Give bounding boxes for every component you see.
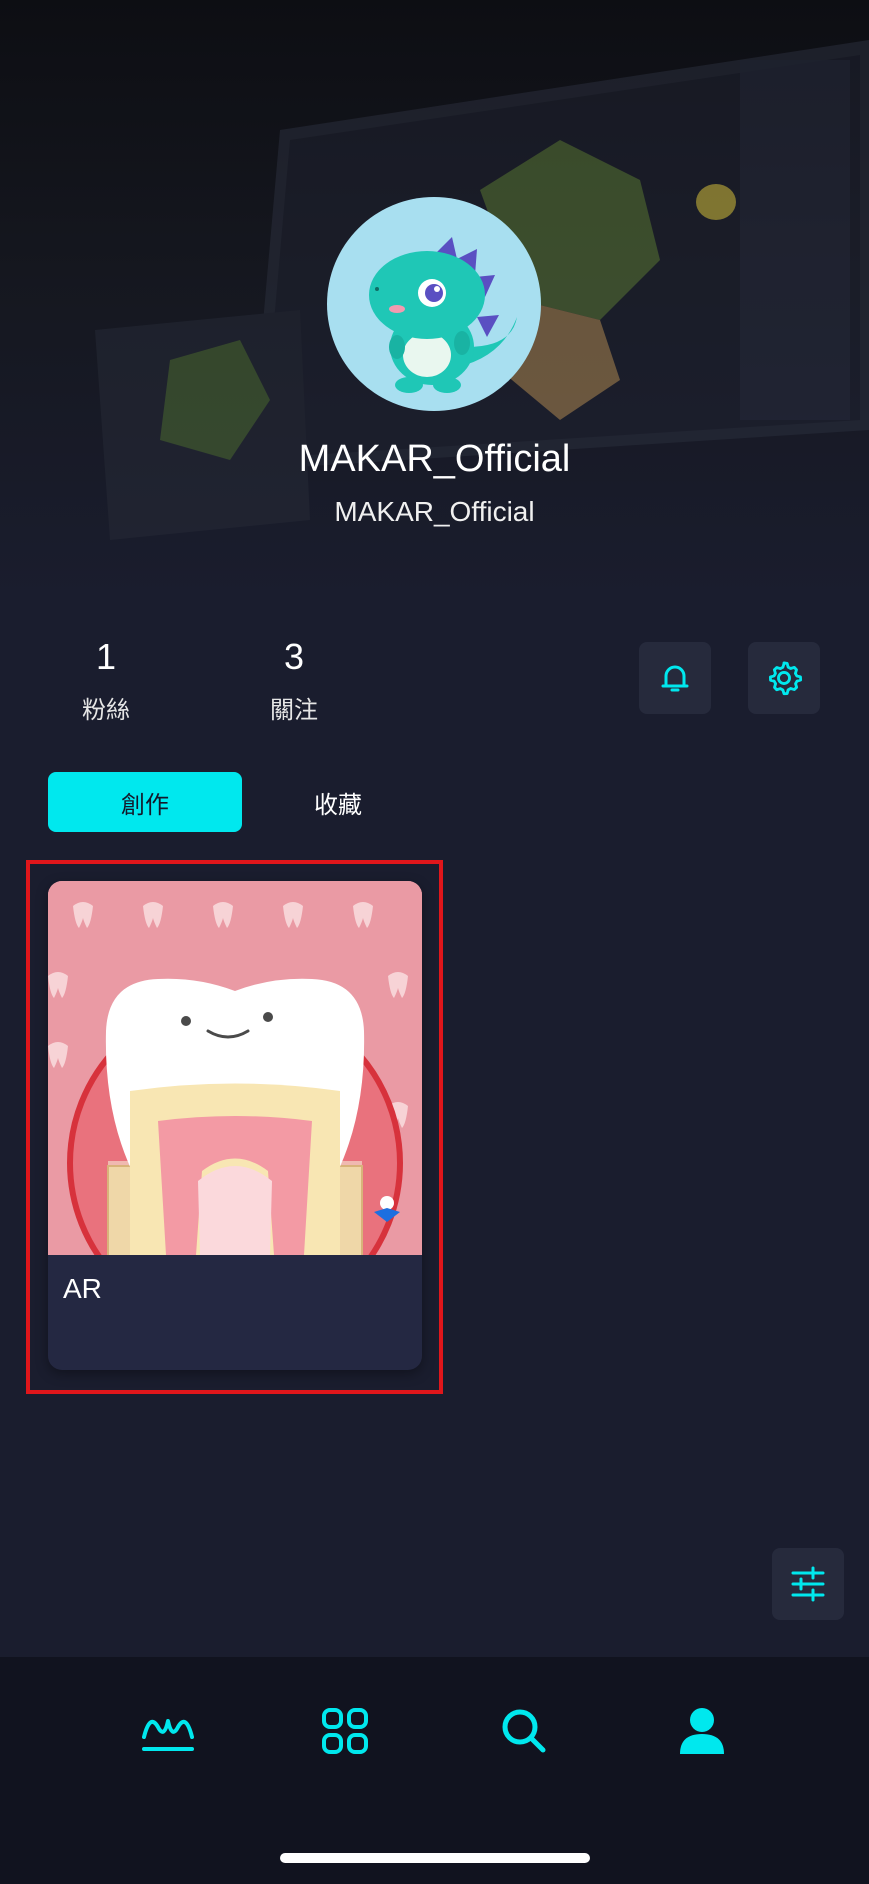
fans-count: 1 <box>95 636 117 677</box>
fans-stat[interactable]: 1 粉絲 <box>41 636 171 725</box>
bottom-navigation <box>0 1657 869 1884</box>
following-label: 關注 <box>270 697 318 724</box>
nav-search[interactable] <box>494 1701 554 1761</box>
notifications-button[interactable] <box>639 642 711 714</box>
dinosaur-mascot-icon <box>369 237 517 393</box>
filter-button[interactable] <box>772 1548 844 1620</box>
following-count: 3 <box>283 636 305 677</box>
project-title: AR <box>63 1273 102 1304</box>
project-card[interactable]: AR <box>48 881 422 1370</box>
nav-profile[interactable] <box>672 1701 732 1761</box>
bell-icon <box>661 665 689 692</box>
grid-icon <box>322 1708 368 1754</box>
user-icon <box>680 1708 724 1754</box>
makar-home-icon <box>142 1719 194 1751</box>
following-stat[interactable]: 3 關注 <box>229 636 359 725</box>
tab-creations[interactable]: 創作 <box>48 772 242 832</box>
tab-favorites[interactable]: 收藏 <box>241 772 435 832</box>
nav-gallery[interactable] <box>315 1701 375 1761</box>
search-icon <box>502 1709 546 1753</box>
home-indicator <box>280 1853 590 1863</box>
user-id: MAKAR_Official <box>334 496 535 527</box>
display-name: MAKAR_Official <box>298 438 571 480</box>
sliders-icon <box>791 1566 825 1602</box>
settings-button[interactable] <box>748 642 820 714</box>
nav-home[interactable] <box>138 1701 198 1761</box>
gear-icon <box>768 661 803 696</box>
avatar[interactable] <box>327 197 541 411</box>
fans-label: 粉絲 <box>82 697 130 724</box>
profile-header: MAKAR_Official MAKAR_Official <box>0 0 869 600</box>
project-thumbnail <box>48 881 422 1255</box>
